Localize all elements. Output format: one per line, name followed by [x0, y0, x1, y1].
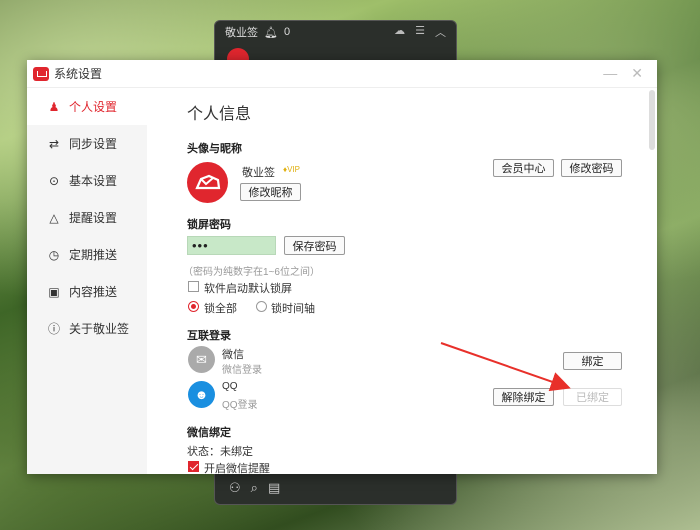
wechat-bind-status: 状态：未绑定 — [187, 446, 253, 458]
users-icon[interactable]: ⚇ — [229, 480, 241, 496]
login-section-heading: 互联登录 — [187, 330, 231, 342]
qq-bound-button: 已绑定 — [563, 388, 622, 406]
sidebar-item-personal[interactable]: ♟ 个人设置 — [27, 88, 147, 125]
lock-all-radio[interactable] — [188, 301, 199, 312]
lock-timeline-label: 锁时间轴 — [271, 303, 315, 315]
close-icon[interactable]: ✕ — [631, 65, 643, 82]
lock-timeline-radio[interactable] — [256, 301, 267, 312]
password-hint: （密码为纯数字在1~6位之间） — [183, 267, 320, 278]
member-center-button[interactable]: 会员中心 — [493, 159, 554, 177]
sidebar-item-label: 关于敬业签 — [69, 322, 130, 336]
cloud-icon[interactable]: ☁ — [394, 24, 405, 40]
qq-unbind-button[interactable]: 解除绑定 — [493, 388, 554, 406]
content-scrollbar[interactable] — [649, 90, 655, 470]
page-title: 个人信息 — [187, 106, 252, 123]
clock-icon: ◷ — [48, 247, 60, 262]
sidebar-item-label: 内容推送 — [69, 285, 118, 299]
scrollbar-thumb[interactable] — [649, 90, 655, 150]
nickname-text: 敬业签 — [242, 167, 275, 179]
edit-nickname-button[interactable]: 修改昵称 — [240, 183, 301, 201]
auto-lock-checkbox[interactable] — [188, 281, 199, 292]
qq-sub: QQ登录 — [222, 400, 258, 411]
sidebar-item-label: 定期推送 — [69, 248, 118, 262]
wechat-bind-heading: 微信绑定 — [187, 427, 231, 439]
menu-icon[interactable]: ☰ — [415, 24, 425, 40]
background-widget-header: 敬业签 🔔︎ 0 ☁ ☰ ︿ — [215, 21, 456, 43]
settings-icon: ⊙ — [48, 173, 60, 188]
enable-wechat-remind-label: 开启微信提醒 — [204, 463, 270, 475]
sidebar-item-remind[interactable]: △ 提醒设置 — [27, 199, 147, 236]
wechat-icon: ✉ — [188, 346, 215, 373]
lock-section-heading: 锁屏密码 — [187, 219, 231, 231]
save-password-button[interactable]: 保存密码 — [284, 236, 345, 255]
background-widget-footer: ⚇ ⌕ ▤ — [215, 472, 456, 504]
window-titlebar: 系统设置 — ✕ — [27, 60, 657, 88]
sidebar-item-content[interactable]: ▣ 内容推送 — [27, 273, 147, 310]
minimize-icon[interactable]: — — [603, 65, 617, 82]
background-widget-count: 0 — [283, 26, 291, 38]
settings-window: 系统设置 — ✕ ♟ 个人设置 ⇄ 同步设置 ⊙ 基本设置 △ 提醒设置 ◷ 定… — [27, 60, 657, 475]
sidebar-item-sync[interactable]: ⇄ 同步设置 — [27, 125, 147, 162]
avatar[interactable] — [187, 162, 228, 203]
sidebar-item-label: 基本设置 — [69, 174, 118, 188]
qq-name: QQ — [222, 381, 238, 392]
wechat-name: 微信 — [222, 349, 244, 361]
sidebar-item-scheduled[interactable]: ◷ 定期推送 — [27, 236, 147, 273]
enable-wechat-remind-checkbox[interactable] — [188, 461, 199, 472]
app-icon — [33, 66, 49, 81]
document-icon: ▣ — [48, 284, 60, 299]
info-icon: ⓘ — [47, 322, 60, 336]
wechat-bind-button[interactable]: 绑定 — [563, 352, 622, 370]
sidebar-item-label: 个人设置 — [69, 100, 118, 114]
sync-icon: ⇄ — [48, 136, 60, 151]
change-password-button[interactable]: 修改密码 — [561, 159, 622, 177]
notes-icon[interactable]: ▤ — [268, 480, 280, 496]
vip-badge: ♦VIP — [283, 165, 300, 174]
bell-icon: 🔔︎ — [264, 26, 278, 39]
avatar-logo-icon — [195, 174, 221, 190]
bell-icon: △ — [49, 210, 59, 225]
sidebar-item-label: 提醒设置 — [69, 211, 118, 225]
lock-all-label: 锁全部 — [204, 303, 237, 315]
collapse-icon[interactable]: ︿ — [435, 24, 446, 40]
qq-icon: ☻ — [188, 381, 215, 408]
sidebar: ♟ 个人设置 ⇄ 同步设置 ⊙ 基本设置 △ 提醒设置 ◷ 定期推送 ▣ 内容推… — [27, 88, 147, 474]
avatar-section-heading: 头像与昵称 — [187, 143, 242, 155]
auto-lock-label: 软件启动默认锁屏 — [204, 283, 292, 295]
sidebar-item-label: 同步设置 — [69, 137, 118, 151]
search-icon[interactable]: ⌕ — [251, 480, 258, 496]
window-title: 系统设置 — [54, 67, 103, 81]
content-panel: 个人信息 头像与昵称 敬业签 ♦VIP 修改昵称 会员中心 修改密码 锁屏密码 … — [147, 88, 637, 475]
background-widget-title: 敬业签 — [225, 27, 258, 39]
sidebar-item-about[interactable]: ⓘ 关于敬业签 — [27, 310, 147, 347]
password-input[interactable]: ••• — [187, 236, 276, 255]
user-icon: ♟ — [48, 99, 60, 114]
sidebar-item-basic[interactable]: ⊙ 基本设置 — [27, 162, 147, 199]
wechat-sub: 微信登录 — [222, 365, 262, 376]
